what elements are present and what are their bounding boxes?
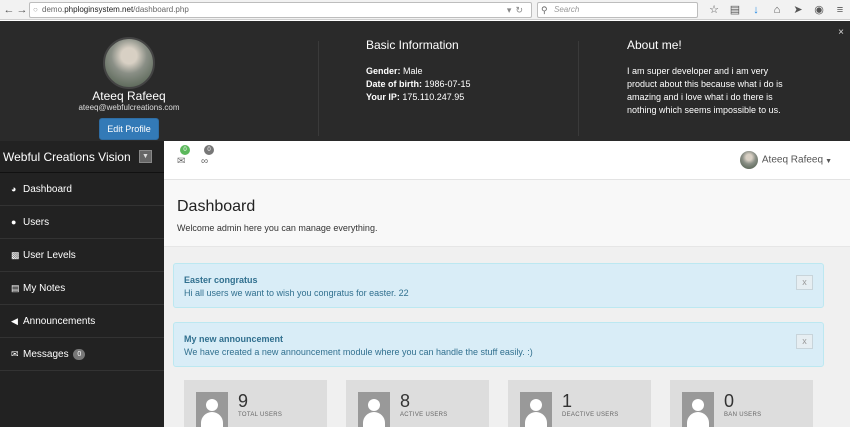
sidebar-item-announcements[interactable]: ◀ Announcements: [0, 305, 164, 338]
address-bar[interactable]: ○ demo.phploginsystem.net/dashboard.php …: [29, 2, 532, 18]
announcement-alert: Easter congratus Hi all users we want to…: [173, 263, 824, 308]
user-silhouette-icon: [682, 392, 714, 427]
user-silhouette-icon: [196, 392, 228, 427]
messages-count-badge: 0: [180, 145, 190, 155]
url-path: /dashboard.php: [133, 5, 189, 14]
back-icon[interactable]: ←: [2, 3, 16, 17]
search-placeholder: Search: [554, 5, 580, 14]
messages-nav[interactable]: 0 ✉: [175, 145, 191, 168]
page-header: Dashboard Welcome admin here you can man…: [164, 180, 850, 247]
about-text: I am super developer and i am very produ…: [627, 66, 783, 115]
brand[interactable]: Webful Creations Vision ▼: [0, 141, 164, 173]
home-icon[interactable]: ⌂: [769, 2, 785, 18]
stat-label: DEACTIVE USERS: [562, 412, 619, 418]
stat-label: BAN USERS: [724, 412, 762, 418]
bullhorn-icon: ◀: [11, 316, 18, 326]
globe-icon: ○: [33, 5, 38, 14]
sidebar-item-my-notes[interactable]: ▤ My Notes: [0, 272, 164, 305]
sidebar: Webful Creations Vision ▼ ◕ Dashboard ● Us…: [0, 141, 164, 427]
stat-card-active-users: 8 ACTIVE USERS: [346, 380, 489, 427]
dismiss-button[interactable]: x: [796, 334, 813, 349]
profile-email: ateeq@webfulcreations.com: [78, 103, 180, 112]
search-icon: ⚲: [541, 5, 548, 15]
page-subtitle: Welcome admin here you can manage everyt…: [177, 223, 378, 233]
stat-value: 8: [400, 391, 411, 411]
avatar: [103, 37, 155, 89]
stat-value: 1: [562, 391, 573, 411]
send-icon[interactable]: ➤: [790, 2, 806, 18]
sidebar-item-messages[interactable]: ✉ Messages 0: [0, 338, 164, 371]
menu-icon[interactable]: ≡: [832, 2, 848, 18]
announcement-title: Easter congratus: [184, 275, 258, 285]
avatar: [739, 151, 758, 169]
sidebar-item-user-levels[interactable]: ▩ User Levels: [0, 239, 164, 272]
stat-label: ACTIVE USERS: [400, 412, 448, 418]
stat-card-total-users: 9 TOTAL USERS: [184, 380, 327, 427]
profile-panel: × Ateeq Rafeeq ateeq@webfulcreations.com…: [0, 21, 850, 141]
caret-down-icon: ▼: [825, 157, 832, 165]
sidebar-toggle-icon[interactable]: ▼: [139, 150, 152, 163]
about-me: About me! I am super developer and i am …: [627, 39, 792, 117]
messages-badge: 0: [73, 349, 86, 360]
stat-card-deactive-users: 1 DEACTIVE USERS: [508, 380, 651, 427]
dashboard-icon: ◕: [11, 184, 17, 194]
sidebar-item-dashboard[interactable]: ◕ Dashboard: [0, 173, 164, 206]
stat-value: 0: [724, 391, 735, 411]
user-icon: ●: [11, 217, 17, 227]
announcement-message: We have created a new announcement modul…: [184, 347, 533, 357]
user-silhouette-icon: [358, 392, 390, 427]
about-title: About me!: [627, 38, 682, 52]
reload-icon[interactable]: ↻: [515, 5, 527, 15]
basic-info-title: Basic Information: [366, 38, 459, 52]
clipboard-icon[interactable]: ▤: [727, 2, 743, 18]
stat-label: TOTAL USERS: [238, 412, 283, 418]
url-prefix: demo.: [42, 5, 65, 14]
folder-open-icon: ▩: [11, 250, 20, 260]
download-icon[interactable]: ↓: [748, 2, 764, 18]
dismiss-button[interactable]: x: [796, 275, 813, 290]
attachments-count-badge: 0: [204, 145, 214, 155]
gender-row: Gender: Male: [366, 66, 423, 76]
top-navbar: 0 ✉ 0 ∞ Ateeq Rafeeq ▼: [164, 141, 850, 180]
edit-profile-button[interactable]: Edit Profile: [99, 118, 159, 140]
divider: [318, 41, 319, 136]
page-title: Dashboard: [177, 198, 256, 215]
envelope-icon: ✉: [177, 156, 186, 167]
url-domain: phploginsystem.net: [64, 5, 134, 14]
stat-value: 9: [238, 391, 249, 411]
basic-information: Basic Information Gender: Male Date of b…: [366, 39, 566, 104]
browser-actions: ☆ ▤ ↓ ⌂ ➤ ◉ ≡: [706, 2, 848, 18]
sidebar-item-users[interactable]: ● Users: [0, 206, 164, 239]
forward-icon[interactable]: →: [15, 3, 29, 17]
user-menu-name: Ateeq Rafeeq: [761, 154, 824, 166]
announcement-title: My new announcement: [184, 334, 284, 344]
announcement-message: Hi all users we want to wish you congrat…: [184, 288, 409, 298]
dob-row: Date of birth: 1986-07-15: [366, 79, 471, 89]
user-silhouette-icon: [520, 392, 552, 427]
user-menu[interactable]: Ateeq Rafeeq ▼: [739, 151, 832, 171]
ip-row: Your IP: 175.110.247.95: [366, 92, 465, 102]
divider: [578, 41, 579, 136]
search-input[interactable]: ⚲ Search: [537, 2, 698, 18]
stat-card-ban-users: 0 BAN USERS: [670, 380, 813, 427]
paperclip-icon: ∞: [201, 156, 209, 167]
envelope-icon: ✉: [11, 349, 19, 359]
browser-toolbar: ← → ○ demo.phploginsystem.net/dashboard.…: [0, 0, 850, 20]
main-content: Dashboard Welcome admin here you can man…: [164, 180, 850, 427]
attachments-nav[interactable]: 0 ∞: [199, 145, 215, 168]
brand-name: Webful Creations Vision: [3, 150, 131, 164]
close-icon[interactable]: ×: [838, 27, 844, 38]
bookmark-star-icon[interactable]: ☆: [706, 2, 722, 18]
profile-name: Ateeq Rafeeq: [92, 89, 166, 103]
chat-icon[interactable]: ◉: [811, 2, 827, 18]
list-icon: ▤: [11, 283, 20, 293]
announcement-alert: My new announcement We have created a ne…: [173, 322, 824, 367]
